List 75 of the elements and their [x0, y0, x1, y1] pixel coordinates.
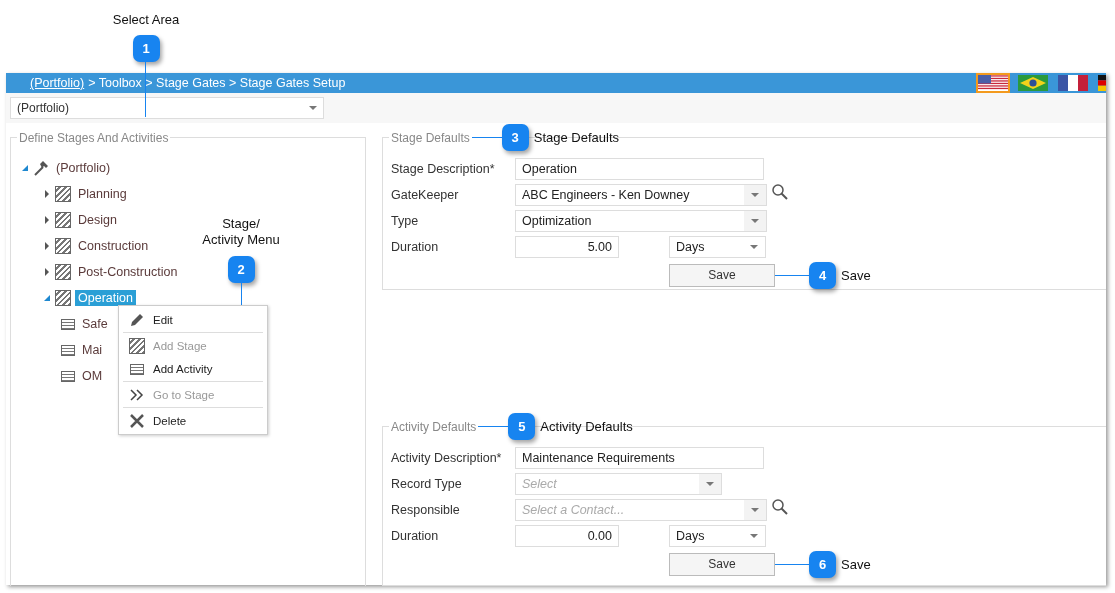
close-icon	[129, 413, 145, 429]
leader-line	[145, 61, 146, 117]
pencil-icon	[129, 312, 145, 328]
activity-icon	[61, 318, 75, 330]
expander-icon[interactable]	[21, 164, 29, 172]
stage-icon	[55, 186, 71, 202]
menu-item[interactable]: Edit	[123, 308, 263, 331]
callout-label: Stage/ Activity Menu	[202, 216, 280, 248]
flag-icon[interactable]	[1096, 73, 1106, 93]
expander-icon[interactable]	[43, 242, 51, 250]
number-field[interactable]: 5.00	[515, 236, 619, 258]
activity-icon	[61, 370, 75, 382]
text-field[interactable]: Maintenance Requirements	[515, 447, 764, 469]
leader-line	[471, 137, 502, 138]
flag-icon[interactable]	[1056, 73, 1090, 93]
double-chevron-icon	[129, 387, 145, 403]
stage-icon	[129, 338, 145, 354]
tree-item[interactable]: Construction	[75, 238, 152, 254]
tree-item[interactable]: OM	[79, 368, 106, 384]
save-button[interactable]: Save	[669, 263, 775, 287]
menu-item[interactable]: Add Activity	[123, 357, 263, 380]
flag-icon[interactable]	[1016, 73, 1050, 93]
leader-line	[775, 563, 809, 565]
flag-icon[interactable]	[976, 73, 1010, 93]
callout-badge: 6	[809, 550, 836, 578]
field-label: Type	[391, 214, 420, 228]
tree-item[interactable]: (Portfolio)	[53, 160, 114, 176]
field-label: Duration	[391, 240, 440, 254]
stage-icon	[55, 264, 71, 280]
unit-dropdown[interactable]: Days	[669, 525, 766, 547]
callout-label: Save	[841, 556, 871, 572]
field-label: Responsible	[391, 503, 461, 517]
callout-label: Select Area	[112, 12, 180, 28]
dropdown[interactable]: ABC Engineers - Ken Downey	[515, 184, 767, 206]
area-dropdown[interactable]: (Portfolio)	[10, 97, 324, 119]
tree-item[interactable]: Mai	[79, 342, 106, 358]
callout-badge: 5	[508, 413, 536, 440]
activity-icon	[61, 344, 75, 356]
callout-label: Stage Defaults	[533, 130, 619, 145]
expander-icon[interactable]	[43, 216, 51, 224]
callout-badge: 2	[227, 256, 255, 283]
leader-line	[478, 426, 509, 427]
activity-icon	[130, 363, 144, 375]
tree-item[interactable]: Safe	[79, 316, 111, 332]
number-field[interactable]: 0.00	[515, 525, 619, 547]
field-label: Activity Description*	[391, 451, 503, 465]
panel-title: Activity Defaults	[389, 419, 479, 434]
hammer-icon	[33, 160, 49, 176]
field-label: Duration	[391, 529, 440, 543]
field-label: GateKeeper	[391, 188, 460, 202]
save-button[interactable]: Save	[669, 552, 775, 576]
field-label: Record Type	[391, 477, 463, 491]
field-label: Stage Description*	[391, 162, 496, 176]
callout-badge: 4	[809, 261, 836, 289]
tree-item[interactable]: Planning	[75, 186, 130, 202]
callout-badge: 1	[132, 35, 160, 62]
text-field[interactable]: Operation	[515, 158, 764, 180]
expander-icon[interactable]	[43, 268, 51, 276]
tree-item[interactable]: Post-Construction	[75, 264, 181, 280]
callout-label: Activity Defaults	[540, 419, 633, 434]
unit-dropdown[interactable]: Days	[669, 236, 766, 258]
panel-title: Define Stages And Activities	[17, 130, 171, 145]
tree-item[interactable]: Design	[75, 212, 120, 228]
menu-item[interactable]: Delete	[123, 407, 263, 432]
leader-line	[241, 282, 242, 305]
breadcrumb-text: > Toolbox > Stage Gates > Stage Gates Setup	[88, 76, 346, 90]
stage-icon	[55, 212, 71, 228]
stage-icon	[55, 290, 71, 306]
callout-label: Save	[841, 267, 871, 283]
expander-icon[interactable]	[43, 190, 51, 198]
dropdown[interactable]: Optimization	[515, 210, 767, 232]
stage-icon	[55, 238, 71, 254]
callout-badge: 3	[501, 124, 529, 151]
panel-title: Stage Defaults	[389, 130, 472, 145]
leader-line	[775, 274, 809, 276]
